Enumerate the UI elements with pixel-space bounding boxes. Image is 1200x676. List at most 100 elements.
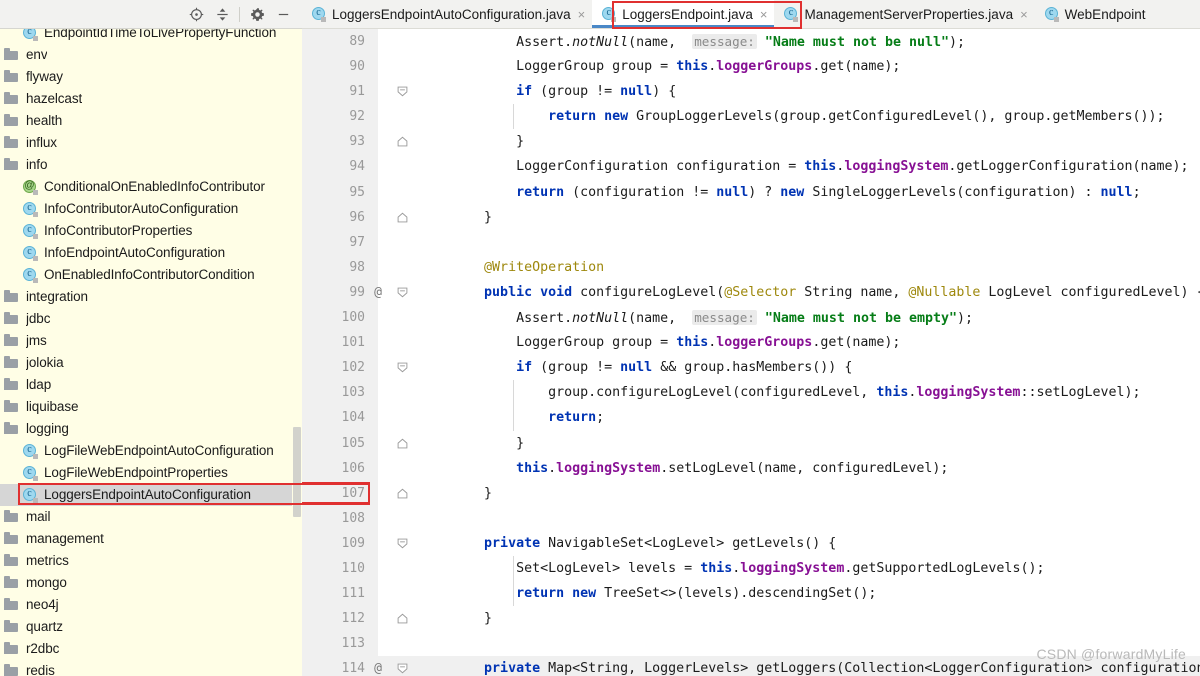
code-line[interactable]: 111 return new TreeSet<>(levels).descend… — [302, 581, 1200, 607]
code-line[interactable]: 108 — [302, 506, 1200, 531]
tree-item[interactable]: LoggersEndpointAutoConfiguration — [0, 484, 302, 506]
tree-item[interactable]: quartz — [0, 616, 302, 638]
code-line[interactable]: 92 return new GroupLoggerLevels(group.ge… — [302, 104, 1200, 130]
tree-item[interactable]: InfoContributorAutoConfiguration — [0, 198, 302, 220]
hide-panel-icon[interactable] — [270, 3, 296, 25]
tree-item[interactable]: neo4j — [0, 594, 302, 616]
code-editor[interactable]: 89 Assert.notNull(name, message: "Name m… — [302, 29, 1200, 676]
tree-item[interactable]: jms — [0, 330, 302, 352]
tree-item[interactable]: ldap — [0, 374, 302, 396]
tree-item[interactable]: env — [0, 44, 302, 66]
code-fold-close-icon[interactable] — [395, 431, 409, 456]
tree-item[interactable]: health — [0, 110, 302, 132]
tree-item[interactable]: jdbc — [0, 308, 302, 330]
tree-item[interactable]: ConditionalOnEnabledInfoContributor — [0, 176, 302, 198]
tree-item[interactable]: metrics — [0, 550, 302, 572]
code-line[interactable]: 114 @ private Map<String, LoggerLevels> g… — [302, 656, 1200, 676]
tree-item[interactable]: OnEnabledInfoContributorCondition — [0, 264, 302, 286]
code-line-text: } — [420, 209, 493, 225]
tab-close-icon[interactable]: × — [760, 8, 768, 21]
tree-item[interactable]: liquibase — [0, 396, 302, 418]
code-line[interactable]: 90 LoggerGroup group = this.loggerGroups… — [302, 54, 1200, 79]
code-line[interactable]: 94 LoggerConfiguration configuration = t… — [302, 154, 1200, 179]
tree-item-label: influx — [26, 135, 57, 150]
tree-item[interactable]: management — [0, 528, 302, 550]
code-fold-close-icon[interactable] — [395, 481, 409, 506]
code-fold-close-icon[interactable] — [395, 606, 409, 631]
editor-tab[interactable]: ManagementServerProperties.java × — [774, 0, 1034, 28]
code-line[interactable]: 105 } — [302, 431, 1200, 456]
code-fold-open-icon[interactable] — [395, 280, 409, 305]
tree-item[interactable]: jolokia — [0, 352, 302, 374]
code-fold-open-icon[interactable] — [395, 656, 409, 676]
tab-close-icon[interactable]: × — [578, 8, 586, 21]
code-line[interactable]: 106 this.loggingSystem.setLogLevel(name,… — [302, 456, 1200, 481]
tree-item[interactable]: mongo — [0, 572, 302, 594]
code-line[interactable]: 89 Assert.notNull(name, message: "Name m… — [302, 29, 1200, 54]
code-line[interactable]: 112 } — [302, 606, 1200, 631]
code-line[interactable]: 95 return (configuration != null) ? new … — [302, 180, 1200, 205]
code-line[interactable]: 107 } — [302, 481, 1200, 506]
line-number: 106 — [341, 460, 365, 476]
code-line[interactable]: 99 @ public void configureLogLevel(@Selec… — [302, 280, 1200, 305]
code-line[interactable]: 110 Set<LogLevel> levels = this.loggingS… — [302, 555, 1200, 582]
code-fold-open-icon[interactable] — [395, 79, 409, 104]
line-number: 89 — [349, 34, 365, 49]
code-line[interactable]: 113 — [302, 631, 1200, 656]
code-line-text: } — [420, 134, 525, 150]
code-fold-open-icon[interactable] — [395, 355, 409, 380]
tree-item[interactable]: hazelcast — [0, 88, 302, 110]
settings-gear-icon[interactable] — [244, 3, 270, 25]
java-class-icon — [22, 465, 39, 481]
folder-icon — [4, 113, 21, 129]
locate-icon[interactable] — [183, 3, 209, 25]
editor-tab[interactable]: WebEndpoint — [1035, 0, 1153, 28]
tree-item[interactable]: LogFileWebEndpointProperties — [0, 462, 302, 484]
code-line[interactable]: 102 if (group != null && group.hasMember… — [302, 355, 1200, 380]
folder-icon — [4, 575, 21, 591]
code-fold-open-icon[interactable] — [395, 531, 409, 556]
project-panel-scroll-thumb[interactable] — [293, 427, 301, 517]
tree-item[interactable]: integration — [0, 286, 302, 308]
tree-item[interactable]: influx — [0, 132, 302, 154]
code-line[interactable]: 101 LoggerGroup group = this.loggerGroup… — [302, 330, 1200, 355]
annotation-gutter-marker[interactable]: @ — [370, 280, 386, 305]
editor-tab-bar[interactable]: LoggersEndpointAutoConfiguration.java×Lo… — [302, 0, 1200, 29]
annotation-gutter-marker[interactable]: @ — [370, 656, 386, 676]
code-line[interactable]: 93 } — [302, 129, 1200, 154]
code-fold-close-icon[interactable] — [395, 205, 409, 230]
code-line-text: Set<LogLevel> levels = this.loggingSyste… — [420, 560, 1045, 576]
tree-item-label: LoggersEndpointAutoConfiguration — [44, 487, 251, 502]
project-tree[interactable]: EndpointIdTimeToLivePropertyFunction env f… — [0, 29, 302, 676]
collapse-all-icon[interactable] — [209, 3, 235, 25]
tree-item-label: quartz — [26, 619, 63, 634]
tree-item[interactable]: redis — [0, 660, 302, 676]
tree-item[interactable]: logging — [0, 418, 302, 440]
tab-close-icon[interactable]: × — [1020, 8, 1028, 21]
line-number: 100 — [341, 310, 365, 326]
code-line[interactable]: 103 group.configureLogLevel(configuredLe… — [302, 380, 1200, 406]
code-fold-close-icon[interactable] — [395, 129, 409, 154]
tree-item[interactable]: EndpointIdTimeToLivePropertyFunction — [0, 29, 302, 44]
code-line[interactable]: 91 if (group != null) { — [302, 79, 1200, 104]
tree-item[interactable]: info — [0, 154, 302, 176]
tree-item[interactable]: mail — [0, 506, 302, 528]
line-number: 114 — [341, 661, 365, 676]
tree-item[interactable]: flyway — [0, 66, 302, 88]
code-line[interactable]: 96 } — [302, 205, 1200, 230]
code-line[interactable]: 109 private NavigableSet<LogLevel> getLe… — [302, 531, 1200, 556]
code-line[interactable]: 100 Assert.notNull(name, message: "Name … — [302, 305, 1200, 330]
project-panel-scrollbar[interactable] — [292, 29, 302, 676]
java-class-icon — [1044, 6, 1060, 22]
tree-item-label: InfoEndpointAutoConfiguration — [44, 245, 225, 260]
editor-tab[interactable]: LoggersEndpoint.java × — [592, 0, 775, 28]
code-line[interactable]: 98 @WriteOperation — [302, 255, 1200, 280]
tree-item[interactable]: r2dbc — [0, 638, 302, 660]
code-line[interactable]: 97 — [302, 230, 1200, 255]
tree-item[interactable]: LogFileWebEndpointAutoConfiguration — [0, 440, 302, 462]
tree-item[interactable]: InfoEndpointAutoConfiguration — [0, 242, 302, 264]
editor-tab[interactable]: LoggersEndpointAutoConfiguration.java × — [302, 0, 592, 28]
tree-item[interactable]: InfoContributorProperties — [0, 220, 302, 242]
code-line-text: group.configureLogLevel(configuredLevel,… — [420, 385, 1141, 401]
code-line[interactable]: 104 return; — [302, 405, 1200, 431]
